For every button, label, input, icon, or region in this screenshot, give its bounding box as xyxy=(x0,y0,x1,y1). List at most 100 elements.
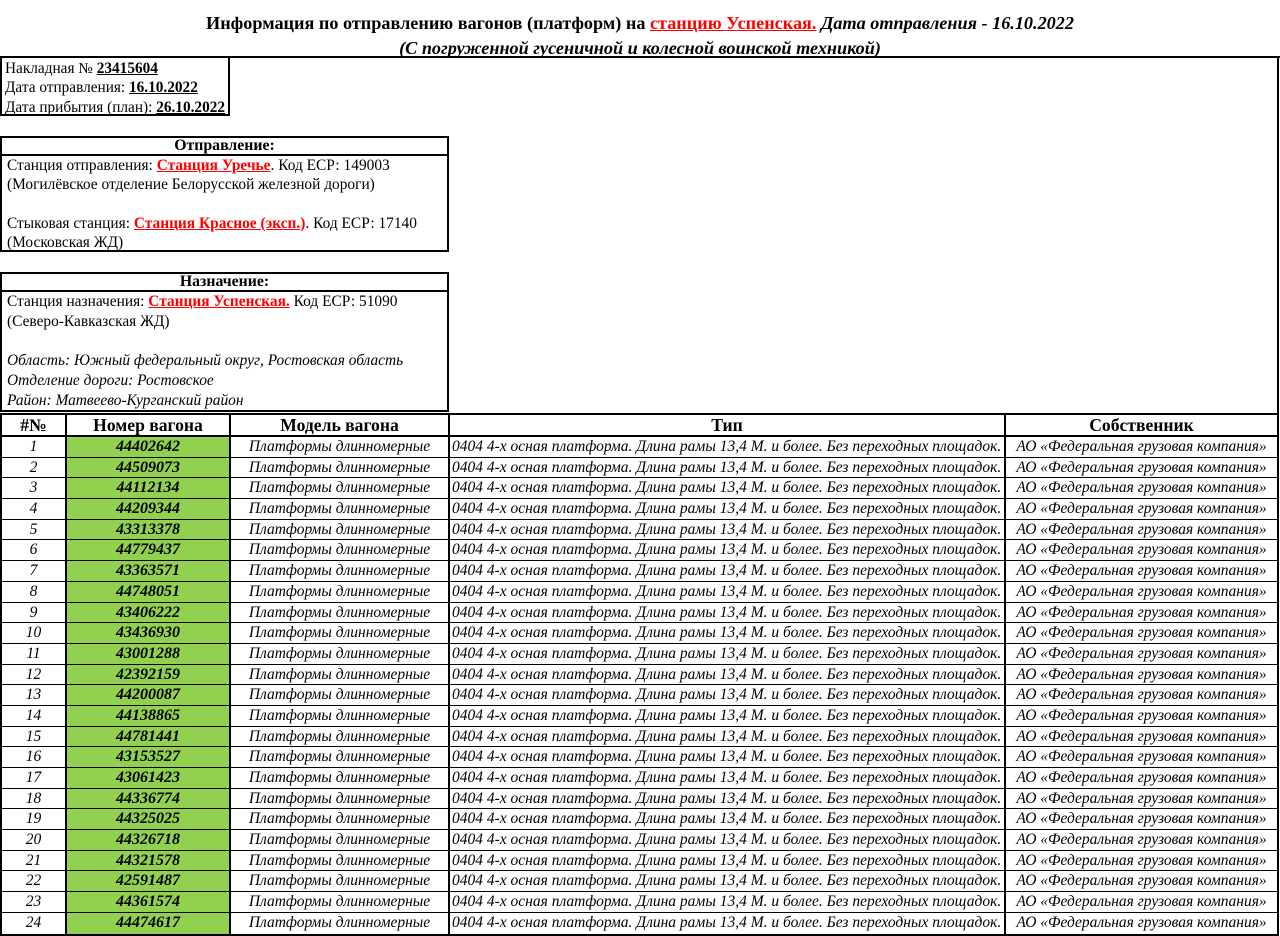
wagon-owner: АО «Федеральная грузовая компания» xyxy=(1006,727,1277,747)
arrival-date-value: 26.10.2022 xyxy=(156,99,225,116)
wagon-owner: АО «Федеральная грузовая компания» xyxy=(1006,809,1277,829)
wagon-number: 44326718 xyxy=(67,830,231,850)
header-cell-wagon-number: Номер вагона xyxy=(67,415,231,435)
wagon-number: 44748051 xyxy=(67,582,231,602)
waybill-number-value: 23415604 xyxy=(97,60,158,77)
wagon-type: 0404 4-х осная платформа. Длина рамы 13,… xyxy=(450,458,1006,478)
wagon-owner: АО «Федеральная грузовая компания» xyxy=(1006,437,1277,457)
wagon-number: 44112134 xyxy=(67,478,231,498)
wagon-type: 0404 4-х осная платформа. Длина рамы 13,… xyxy=(450,913,1006,934)
wagon-row-21: 2144321578Платформы длинномерные0404 4-х… xyxy=(2,851,1277,872)
junction-station-link[interactable]: Станция Красное (эксп.) xyxy=(134,215,306,232)
wagon-owner: АО «Федеральная грузовая компания» xyxy=(1006,871,1277,891)
wagon-row-15: 1544781441Платформы длинномерные0404 4-х… xyxy=(2,727,1277,748)
destination-station-line: Станция назначения: Станция Успенская. К… xyxy=(7,292,447,312)
wagon-index: 15 xyxy=(2,727,67,747)
destination-blank-line xyxy=(7,331,447,351)
wagon-type: 0404 4-х осная платформа. Длина рамы 13,… xyxy=(450,644,1006,664)
waybill-number-row: Накладная № 23415604 xyxy=(5,59,228,78)
wagon-row-9: 943406222Платформы длинномерные0404 4-х … xyxy=(2,603,1277,624)
destination-station-link[interactable]: Станция Успенская. xyxy=(148,293,290,310)
wagon-model: Платформы длинномерные xyxy=(231,582,450,602)
departure-header: Отправление: xyxy=(2,138,447,156)
wagon-index: 17 xyxy=(2,768,67,788)
wagon-number: 43406222 xyxy=(67,603,231,623)
departure-station-line: Станция отправления: Станция Уречье. Код… xyxy=(7,156,447,175)
junction-station-code: . Код ЕСР: 17140 xyxy=(305,215,417,232)
wagon-row-5: 543313378Платформы длинномерные0404 4-х … xyxy=(2,520,1277,541)
wagon-type: 0404 4-х осная платформа. Длина рамы 13,… xyxy=(450,623,1006,643)
wagon-number: 43363571 xyxy=(67,561,231,581)
wagon-model: Платформы длинномерные xyxy=(231,458,450,478)
wagon-owner: АО «Федеральная грузовая компания» xyxy=(1006,582,1277,602)
wagon-row-18: 1844336774Платформы длинномерные0404 4-х… xyxy=(2,789,1277,810)
wagon-owner: АО «Федеральная грузовая компания» xyxy=(1006,851,1277,871)
wagon-number: 44781441 xyxy=(67,727,231,747)
wagon-index: 10 xyxy=(2,623,67,643)
wagon-owner: АО «Федеральная грузовая компания» xyxy=(1006,540,1277,560)
wagon-model: Платформы длинномерные xyxy=(231,851,450,871)
wagon-row-8: 844748051Платформы длинномерные0404 4-х … xyxy=(2,582,1277,603)
wagon-row-6: 644779437Платформы длинномерные0404 4-х … xyxy=(2,540,1277,561)
wagon-index: 24 xyxy=(2,913,67,934)
wagon-type: 0404 4-х осная платформа. Длина рамы 13,… xyxy=(450,478,1006,498)
wagon-type: 0404 4-х осная платформа. Длина рамы 13,… xyxy=(450,851,1006,871)
junction-station-line: Стыковая станция: Станция Красное (эксп.… xyxy=(7,214,447,233)
wagon-row-14: 1444138865Платформы длинномерные0404 4-х… xyxy=(2,706,1277,727)
document-title: Информация по отправлению вагонов (платф… xyxy=(0,11,1280,61)
wagon-model: Платформы длинномерные xyxy=(231,623,450,643)
wagon-owner: АО «Федеральная грузовая компания» xyxy=(1006,458,1277,478)
wagon-number: 44200087 xyxy=(67,685,231,705)
wagon-type: 0404 4-х осная платформа. Длина рамы 13,… xyxy=(450,582,1006,602)
header-cell-type: Тип xyxy=(450,415,1006,435)
wagon-model: Платформы длинномерные xyxy=(231,809,450,829)
wagon-model: Платформы длинномерные xyxy=(231,603,450,623)
wagon-model: Платформы длинномерные xyxy=(231,789,450,809)
wagon-index: 6 xyxy=(2,540,67,560)
wagon-type: 0404 4-х осная платформа. Длина рамы 13,… xyxy=(450,727,1006,747)
wagon-row-7: 743363571Платформы длинномерные0404 4-х … xyxy=(2,561,1277,582)
wagon-row-12: 1242392159Платформы длинномерные0404 4-х… xyxy=(2,665,1277,686)
wagon-index: 22 xyxy=(2,871,67,891)
wagon-owner: АО «Федеральная грузовая компания» xyxy=(1006,603,1277,623)
wagon-model: Платформы длинномерные xyxy=(231,685,450,705)
wagon-owner: АО «Федеральная грузовая компания» xyxy=(1006,665,1277,685)
wagon-index: 19 xyxy=(2,809,67,829)
wagon-row-24: 2444474617Платформы длинномерные0404 4-х… xyxy=(2,913,1277,934)
wagon-model: Платформы длинномерные xyxy=(231,520,450,540)
wagon-number: 44509073 xyxy=(67,458,231,478)
wagon-model: Платформы длинномерные xyxy=(231,478,450,498)
wagon-index: 14 xyxy=(2,706,67,726)
departure-station-label: Станция отправления: xyxy=(7,157,157,174)
title-date: Дата отправления - 16.10.2022 xyxy=(816,13,1074,33)
wagon-owner: АО «Федеральная грузовая компания» xyxy=(1006,561,1277,581)
title-station-link[interactable]: станцию Успенская. xyxy=(650,13,816,33)
wagon-row-10: 1043436930Платформы длинномерные0404 4-х… xyxy=(2,623,1277,644)
wagon-type: 0404 4-х осная платформа. Длина рамы 13,… xyxy=(450,520,1006,540)
wagon-model: Платформы длинномерные xyxy=(231,830,450,850)
destination-station-code: Код ЕСР: 51090 xyxy=(290,293,398,310)
wagon-model: Платформы длинномерные xyxy=(231,665,450,685)
wagon-row-4: 444209344Платформы длинномерные0404 4-х … xyxy=(2,499,1277,520)
departure-station-code: . Код ЕСР: 149003 xyxy=(271,157,390,174)
wagon-number: 44321578 xyxy=(67,851,231,871)
wagon-number: 43001288 xyxy=(67,644,231,664)
wagon-owner: АО «Федеральная грузовая компания» xyxy=(1006,913,1277,934)
wagon-number: 42591487 xyxy=(67,871,231,891)
wagon-row-19: 1944325025Платформы длинномерные0404 4-х… xyxy=(2,809,1277,830)
destination-district-line: Район: Матвеево-Курганский район xyxy=(7,391,447,411)
wagon-number: 44474617 xyxy=(67,913,231,934)
departure-station-link[interactable]: Станция Уречье xyxy=(157,157,271,174)
departure-blank-line xyxy=(7,194,447,213)
wagon-model: Платформы длинномерные xyxy=(231,540,450,560)
wagon-index: 5 xyxy=(2,520,67,540)
waybill-number-label: Накладная № xyxy=(5,60,97,77)
wagon-owner: АО «Федеральная грузовая компания» xyxy=(1006,623,1277,643)
wagon-owner: АО «Федеральная грузовая компания» xyxy=(1006,892,1277,912)
wagon-number: 44402642 xyxy=(67,437,231,457)
wagon-owner: АО «Федеральная грузовая компания» xyxy=(1006,747,1277,767)
destination-division-line: Отделение дороги: Ростовское xyxy=(7,371,447,391)
wagon-owner: АО «Федеральная грузовая компания» xyxy=(1006,520,1277,540)
arrival-date-label: Дата прибытия (план): xyxy=(5,99,156,116)
wagon-model: Платформы длинномерные xyxy=(231,437,450,457)
